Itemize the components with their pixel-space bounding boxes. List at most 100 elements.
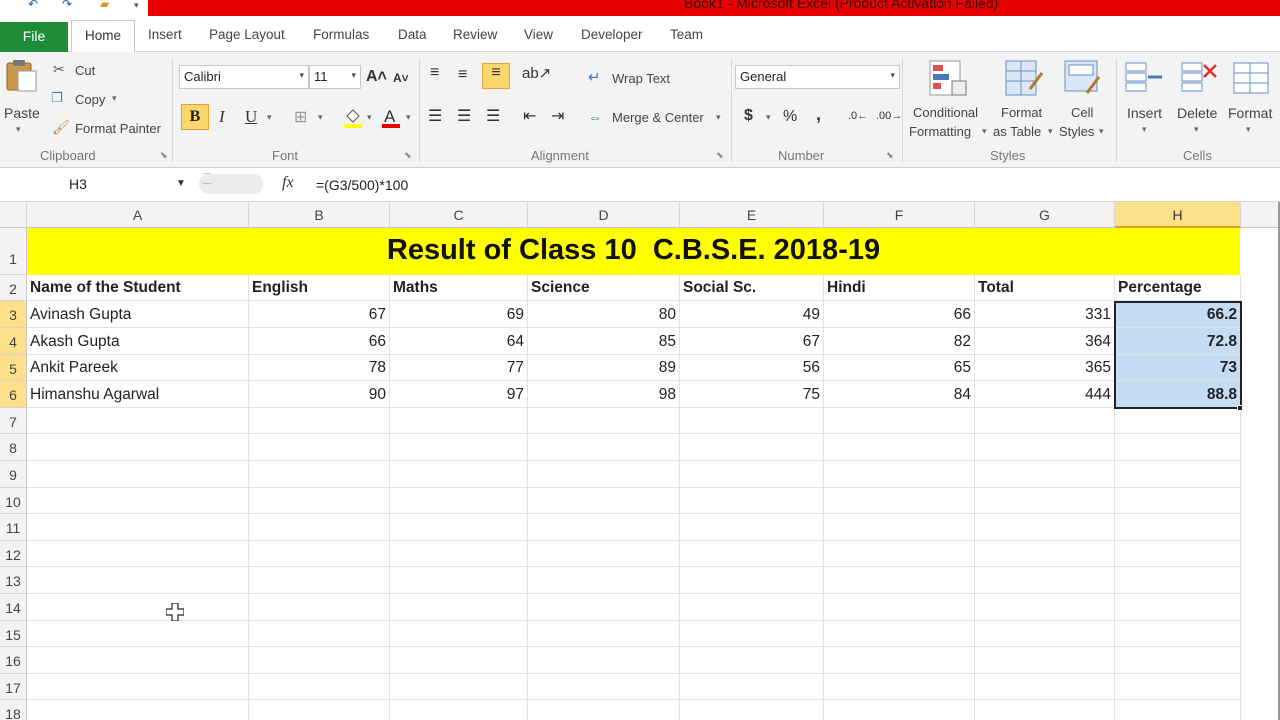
cell-d16[interactable] [528,647,680,674]
row-header-2[interactable]: 2 [0,275,27,301]
cell-d4[interactable]: 85 [528,328,680,355]
cell-h15[interactable] [1115,621,1241,647]
cell-e11[interactable] [680,514,824,541]
fill-handle[interactable] [1237,405,1243,411]
cell-f17[interactable] [824,674,975,700]
tab-page-layout[interactable]: Page Layout [209,27,285,42]
cell-e8[interactable] [680,434,824,461]
format-as-table-icon[interactable] [1004,59,1044,99]
increase-decimal-icon[interactable]: .0← [848,110,868,122]
cell-f15[interactable] [824,621,975,647]
column-header-b[interactable]: B [249,202,390,228]
row-header-12[interactable]: 12 [0,541,27,567]
cell-c16[interactable] [390,647,528,674]
delete-dropdown-icon[interactable]: ▾ [1194,124,1199,135]
tab-formulas[interactable]: Formulas [313,27,369,42]
cell-c7[interactable] [390,408,528,434]
format-cells-icon[interactable] [1232,59,1272,97]
cell-h13[interactable] [1115,567,1241,594]
row-header-5[interactable]: 5 [0,355,27,381]
row-header-17[interactable]: 17 [0,674,27,700]
insert-function-icon[interactable]: fx [282,174,294,192]
undo-icon[interactable]: ↶ [28,0,38,11]
cell-h6[interactable]: 88.8 [1115,381,1241,408]
cell-a3[interactable]: Avinash Gupta [27,301,249,328]
column-header-g[interactable]: G [975,202,1115,228]
cell-styles-button-line1[interactable]: Cell [1071,105,1093,120]
cell-b17[interactable] [249,674,390,700]
cell-d14[interactable] [528,594,680,621]
formula-input[interactable]: =(G3/500)*100 [316,177,408,193]
cell-e3[interactable]: 49 [680,301,824,328]
insert-cells-icon[interactable] [1124,59,1164,97]
cell-b12[interactable] [249,541,390,567]
cell-b9[interactable] [249,461,390,488]
cell-h7[interactable] [1115,408,1241,434]
cell-f14[interactable] [824,594,975,621]
cell-f18[interactable] [824,700,975,720]
chevron-down-icon[interactable]: ▼ [176,178,186,189]
cell-g12[interactable] [975,541,1115,567]
insert-dropdown-icon[interactable]: ▾ [1142,124,1147,135]
align-bottom-icon[interactable]: ≡ [482,63,510,89]
cell-f6[interactable]: 84 [824,381,975,408]
cell-c4[interactable]: 64 [390,328,528,355]
cell-e9[interactable] [680,461,824,488]
clipboard-launcher-icon[interactable]: ⬊ [160,150,168,161]
cell-c13[interactable] [390,567,528,594]
comma-button[interactable]: , [816,104,821,125]
cell-a17[interactable] [27,674,249,700]
cell-b13[interactable] [249,567,390,594]
shrink-font-icon[interactable]: A˅ [393,71,409,85]
column-header-d[interactable]: D [528,202,680,228]
column-header-f[interactable]: F [824,202,975,228]
cell-d10[interactable] [528,488,680,514]
cell-g5[interactable]: 365 [975,355,1115,381]
cell-h18[interactable] [1115,700,1241,720]
select-all-corner[interactable] [0,202,27,228]
row-header-10[interactable]: 10 [0,488,27,514]
cell-styles-button-line2[interactable]: Styles [1059,124,1094,139]
cell-h3[interactable]: 66.2 [1115,301,1241,328]
wrap-text-icon[interactable]: ↵ [588,68,601,86]
bold-button[interactable]: B [181,104,209,130]
column-header-h[interactable]: H [1115,202,1241,228]
alignment-launcher-icon[interactable]: ⬊ [716,150,724,161]
cell-h14[interactable] [1115,594,1241,621]
conditional-formatting-button-line2[interactable]: Formatting [909,124,971,139]
cell-c3[interactable]: 69 [390,301,528,328]
delete-cells-icon[interactable] [1180,59,1220,97]
worksheet-grid[interactable]: A B C D E F G H Result of Class 10 C.B.S… [0,202,1280,720]
paste-button[interactable]: Paste [4,105,40,121]
cell-a12[interactable] [27,541,249,567]
row-header-15[interactable]: 15 [0,621,27,647]
cell-h8[interactable] [1115,434,1241,461]
cell-h10[interactable] [1115,488,1241,514]
cell-d8[interactable] [528,434,680,461]
cell-f4[interactable]: 82 [824,328,975,355]
name-box[interactable]: H3 ▼ [0,173,193,197]
cell-b6[interactable]: 90 [249,381,390,408]
cell-h5[interactable]: 73 [1115,355,1241,381]
cell-g7[interactable] [975,408,1115,434]
grow-font-icon[interactable]: A˄ [366,68,387,86]
currency-dropdown-icon[interactable]: ▾ [766,112,771,123]
cell-b3[interactable]: 67 [249,301,390,328]
cell-d5[interactable]: 89 [528,355,680,381]
cell-styles-icon[interactable] [1063,59,1103,99]
cell-g15[interactable] [975,621,1115,647]
fill-color-dropdown-icon[interactable]: ▾ [367,112,372,123]
redo-icon[interactable]: ↷ [62,0,72,11]
cell-h4[interactable]: 72.8 [1115,328,1241,355]
cell-d3[interactable]: 80 [528,301,680,328]
cell-h16[interactable] [1115,647,1241,674]
merge-center-button[interactable]: Merge & Center [612,110,704,125]
cell-h12[interactable] [1115,541,1241,567]
orientation-icon[interactable]: ab↗ [522,64,551,82]
format-dropdown-icon[interactable]: ▾ [1246,124,1251,135]
cell-e17[interactable] [680,674,824,700]
tab-developer[interactable]: Developer [581,27,643,42]
cell-c8[interactable] [390,434,528,461]
folder-icon[interactable]: ▰ [100,0,109,11]
cell-e5[interactable]: 56 [680,355,824,381]
